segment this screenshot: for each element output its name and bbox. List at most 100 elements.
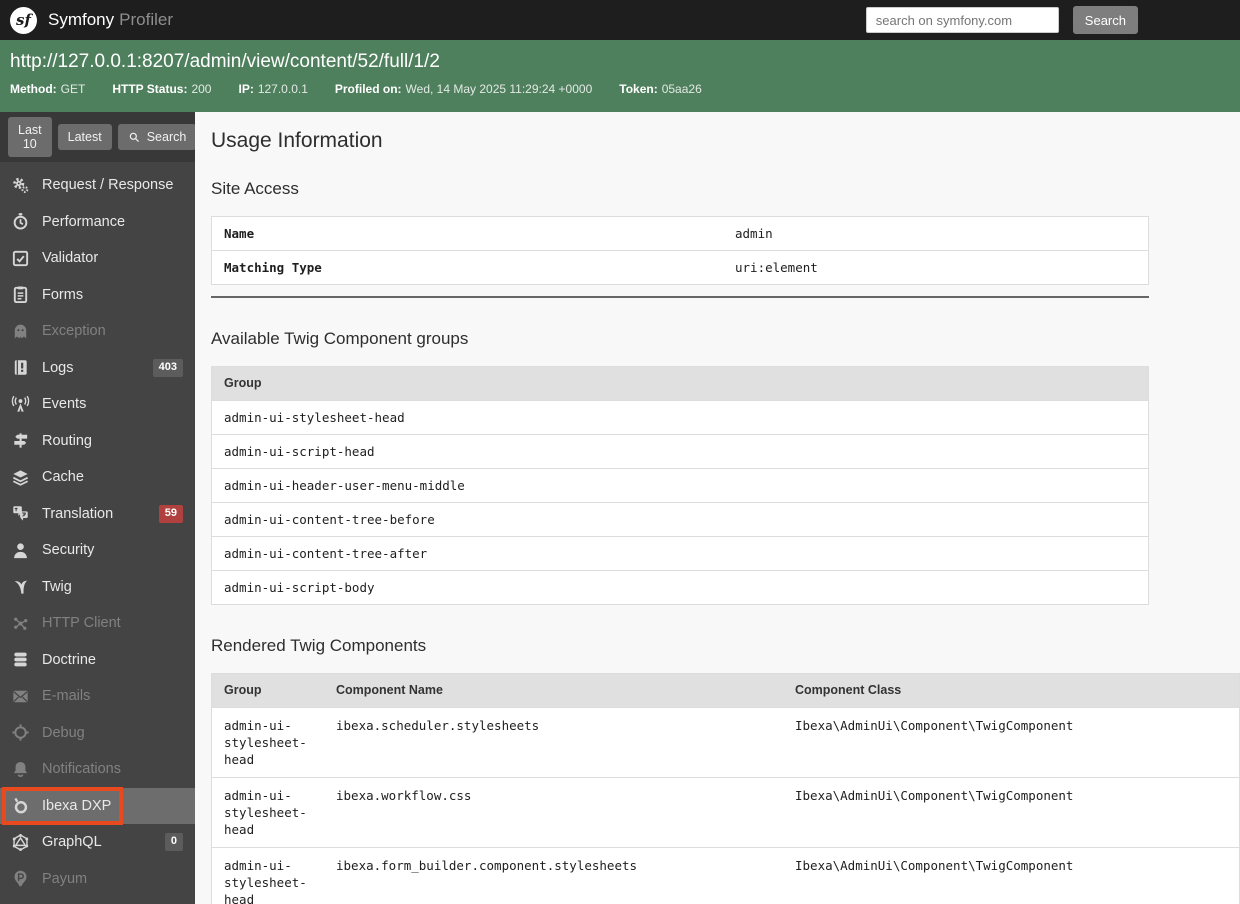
topbar: sf Symfony Profiler Search	[0, 0, 1240, 40]
sidebar-item-label: Performance	[42, 213, 126, 230]
request-meta-ip: IP: 127.0.0.1	[238, 82, 307, 96]
section-heading-site-access: Site Access	[211, 179, 299, 198]
request-meta-http-status: HTTP Status: 200	[112, 82, 211, 96]
sidebar-item-doctrine[interactable]: Doctrine	[0, 642, 195, 679]
layers-icon	[10, 467, 30, 487]
sidebar-item-security[interactable]: Security	[0, 532, 195, 569]
symfony-search-button[interactable]: Search	[1072, 6, 1138, 34]
sidebar-item-validator[interactable]: Validator	[0, 240, 195, 277]
table-row: admin-ui-stylesheet-head	[212, 400, 1148, 434]
sidebar-item-request-response[interactable]: Request / Response	[0, 167, 195, 204]
table-row: admin-ui-stylesheet-head ibexa.scheduler.…	[212, 707, 1239, 777]
sidebar-item-label: Translation	[42, 505, 114, 522]
sidebar-item-cache[interactable]: Cache	[0, 459, 195, 496]
section-heading-twig-groups: Available Twig Component groups	[211, 329, 469, 348]
sidebar-item-e-mails: E-mails	[0, 678, 195, 715]
row-value: uri:element	[735, 260, 818, 275]
section-heading-rendered-components: Rendered Twig Components	[211, 636, 427, 655]
sidebar-item-label: Logs	[42, 359, 74, 376]
database-icon	[10, 650, 30, 670]
shortcut-last-10-button[interactable]: Last 10	[8, 117, 52, 157]
app-title: Symfony Profiler	[48, 10, 173, 30]
sidebar-item-routing[interactable]: Routing	[0, 423, 195, 460]
translation-icon	[10, 504, 30, 524]
table-row: admin-ui-content-tree-before	[212, 502, 1148, 536]
sidebar-item-label: HTTP Client	[42, 615, 121, 632]
shortcut-latest-button[interactable]: Latest	[57, 124, 112, 150]
magnifier-icon	[128, 131, 141, 144]
meta-label: Profiled on:	[334, 82, 402, 96]
column-header-component-class: Component Class	[795, 683, 902, 697]
brand-suffix: Profiler	[119, 10, 173, 29]
sidebar-item-label: Cache	[42, 469, 84, 486]
crosshair-icon	[10, 723, 30, 743]
table-row: admin-ui-script-head	[212, 434, 1148, 468]
meta-value: GET	[60, 82, 86, 96]
sidebar-item-logs[interactable]: Logs 403	[0, 350, 195, 387]
sidebar-item-label: Events	[42, 396, 87, 413]
sidebar-item-forms[interactable]: Forms	[0, 277, 195, 314]
table-row: admin-ui-script-body	[212, 570, 1148, 604]
symfony-logo-icon[interactable]: sf	[10, 6, 37, 34]
ibexa-icon	[10, 796, 30, 816]
table-row: admin-ui-stylesheet-head ibexa.form_build…	[212, 847, 1239, 904]
request-meta-method: Method: GET	[10, 82, 85, 96]
sidebar-item-translation[interactable]: Translation 59	[0, 496, 195, 533]
sidebar-item-twig[interactable]: Twig	[0, 569, 195, 606]
payum-icon	[10, 869, 30, 889]
site-access-table: Name admin Matching Type uri:element	[211, 216, 1149, 285]
sidebar-shortcuts: Last 10 Latest Search	[0, 112, 197, 162]
person-icon	[10, 540, 30, 560]
sidebar-item-graphql[interactable]: GraphQL 0	[0, 824, 195, 861]
meta-value: 05aa26	[661, 82, 702, 96]
meta-label: Method:	[10, 82, 57, 96]
shortcut-label: Latest	[67, 130, 102, 144]
table-row: admin-ui-stylesheet-head ibexa.workflow.c…	[212, 777, 1239, 847]
column-header-component-name: Component Name	[336, 683, 443, 697]
cell-component-name: ibexa.scheduler.stylesheets	[336, 718, 540, 733]
row-label: Name	[224, 226, 255, 241]
rendered-components-table: Group Component Name Component Class admin-…	[211, 673, 1240, 904]
envelope-icon	[10, 686, 30, 706]
profiled-url: http://127.0.0.1:8207/admin/view/content…	[10, 51, 440, 72]
group-cell: admin-ui-content-tree-before	[224, 512, 435, 527]
sidebar-item-ibexa-dxp[interactable]: Ibexa DXP	[0, 786, 195, 825]
section-divider	[211, 296, 1149, 298]
cell-group: admin-ui-stylesheet-head	[224, 718, 307, 767]
sidebar-item-label: Validator	[42, 250, 99, 267]
table-row: admin-ui-content-tree-after	[212, 536, 1148, 570]
sidebar-item-performance[interactable]: Performance	[0, 204, 195, 241]
bell-icon	[10, 759, 30, 779]
cell-component-class: Ibexa\AdminUi\Component\TwigComponent	[795, 718, 1074, 733]
column-header-group: Group	[224, 683, 262, 697]
sidebar-item-notifications: Notifications	[0, 751, 195, 788]
shortcut-search-button[interactable]: Search	[117, 124, 197, 150]
table-row: Matching Type uri:element	[212, 250, 1148, 284]
sidebar-item-label: Ibexa DXP	[42, 797, 112, 814]
group-cell: admin-ui-script-body	[224, 580, 375, 595]
twig-icon	[10, 577, 30, 597]
group-cell: admin-ui-script-head	[224, 444, 375, 459]
log-book-icon	[10, 358, 30, 378]
sidebar-item-label: Exception	[42, 323, 106, 340]
table-row: Name admin	[212, 217, 1148, 250]
cell-component-class: Ibexa\AdminUi\Component\TwigComponent	[795, 858, 1074, 873]
request-meta-row: Method: GET HTTP Status: 200 IP: 127.0.0.1 Pro…	[10, 82, 1230, 96]
cell-group: admin-ui-stylesheet-head	[224, 788, 307, 837]
symfony-search-input[interactable]	[865, 7, 1059, 33]
ghost-icon	[10, 321, 30, 341]
brand-name: Symfony	[48, 10, 115, 29]
shortcut-label: Search	[146, 130, 187, 144]
meta-label: Token:	[619, 82, 658, 96]
sidebar-item-events[interactable]: Events	[0, 386, 195, 423]
graphql-icon	[10, 832, 30, 852]
count-badge: 59	[158, 504, 183, 523]
sidebar-item-label: Routing	[42, 432, 92, 449]
table-header-row: Group	[212, 367, 1148, 400]
sidebar-item-label: Doctrine	[42, 651, 96, 668]
profiler-sidebar: Last 10 Latest Search Request / Response Pe…	[0, 112, 197, 904]
cell-component-name: ibexa.form_builder.component.stylesheets	[336, 858, 638, 873]
sidebar-item-label: Payum	[42, 870, 88, 887]
sidebar-item-http-client: HTTP Client	[0, 605, 195, 642]
sidebar-item-payum: Payum	[0, 861, 195, 898]
